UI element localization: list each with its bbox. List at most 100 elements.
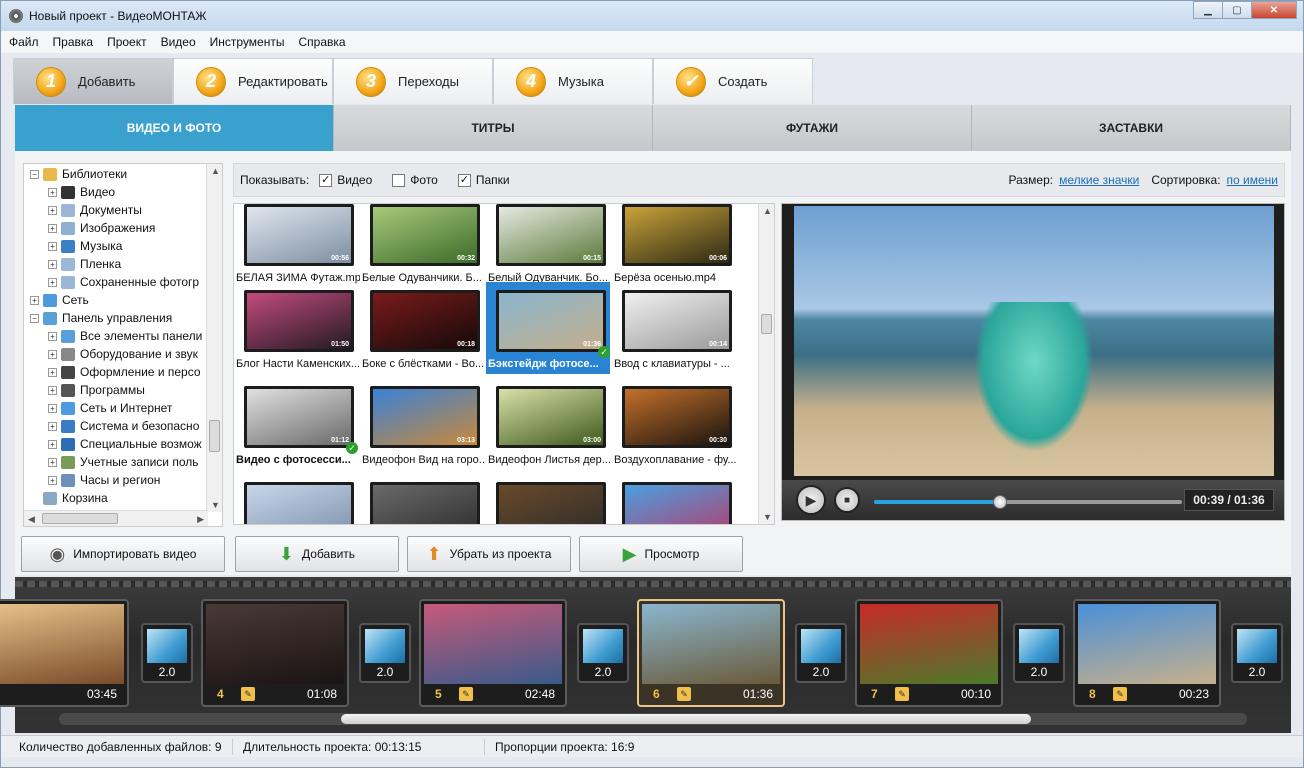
tree-item[interactable]: + Сеть и Интернет xyxy=(48,399,172,417)
tab-transitions[interactable]: 3 Переходы xyxy=(333,58,493,104)
expand-icon[interactable]: + xyxy=(48,367,57,377)
tree-item[interactable]: + Программы xyxy=(48,381,145,399)
edit-pencil-icon[interactable]: ✎ xyxy=(677,687,691,701)
transition-slot[interactable]: 2.0 xyxy=(359,623,411,683)
category-intros[interactable]: ЗАСТАВКИ xyxy=(972,105,1291,151)
grid-scroll-up-icon[interactable]: ▲ xyxy=(763,206,772,216)
tree-item[interactable]: − Панель управления xyxy=(30,309,172,327)
expand-icon[interactable]: + xyxy=(48,277,57,287)
tree-item[interactable]: + Музыка xyxy=(48,237,122,255)
photo-checkbox[interactable] xyxy=(392,173,406,187)
media-thumbnail[interactable]: 00:30 Воздухоплавание - фу... xyxy=(612,378,736,470)
grid-scroll-thumb[interactable] xyxy=(761,314,772,334)
timeline-clip[interactable]: 6 ✎ 01:36 xyxy=(637,599,785,707)
scroll-right-icon[interactable]: ▶ xyxy=(197,514,204,525)
import-video-button[interactable]: ◉ Импортировать видео xyxy=(21,536,225,572)
timeline-clip[interactable]: 8 ✎ 00:23 xyxy=(1073,599,1221,707)
tree-item[interactable]: + Изображения xyxy=(48,219,155,237)
tree-item[interactable]: + Пленка xyxy=(48,255,121,273)
transition-slot[interactable]: 2.0 xyxy=(577,623,629,683)
scroll-left-icon[interactable]: ◀ xyxy=(28,514,35,525)
folders-checkbox-label[interactable]: Папки xyxy=(476,173,510,187)
tree-item[interactable]: + Все элементы панели xyxy=(48,327,202,345)
scroll-up-icon[interactable]: ▲ xyxy=(211,166,220,176)
size-dropdown-link[interactable]: мелкие значки xyxy=(1059,173,1139,187)
tree-item[interactable]: + Видео xyxy=(48,183,115,201)
preview-button[interactable]: ▶ Просмотр xyxy=(579,536,743,572)
expand-icon[interactable]: + xyxy=(48,475,57,485)
tab-music[interactable]: 4 Музыка xyxy=(493,58,653,104)
expand-icon[interactable]: + xyxy=(48,403,57,413)
media-thumbnail[interactable] xyxy=(360,474,484,524)
media-grid[interactable]: ▲ ▼ 00:56 БЕЛАЯ ЗИМА Футаж.mp4 00:32 Белые … xyxy=(233,203,775,525)
tree-item[interactable]: + Оформление и персо xyxy=(48,363,201,381)
expand-icon[interactable]: + xyxy=(48,457,57,467)
menu-edit[interactable]: Правка xyxy=(53,35,94,49)
media-thumbnail[interactable] xyxy=(612,474,736,524)
tree-scroll-thumb[interactable] xyxy=(209,420,220,452)
media-thumbnail[interactable]: 00:14 Ввод с клавиатуры - ... xyxy=(612,282,736,374)
tree-item[interactable]: Корзина xyxy=(30,489,108,507)
media-thumbnail[interactable]: 00:06 Берёза осенью.mp4 xyxy=(612,204,736,288)
expand-icon[interactable]: + xyxy=(30,295,39,305)
expand-icon[interactable]: + xyxy=(48,421,57,431)
tree-item[interactable]: + Сохраненные фотогр xyxy=(48,273,199,291)
transition-slot[interactable]: 2.0 xyxy=(141,623,193,683)
tab-add[interactable]: 1 Добавить xyxy=(13,58,173,104)
category-video-photo[interactable]: ВИДЕО И ФОТО xyxy=(15,105,334,159)
tree-vertical-scrollbar[interactable]: ▲ ▼ xyxy=(206,164,222,512)
menu-project[interactable]: Проект xyxy=(107,35,147,49)
timeline-clip[interactable]: 7 ✎ 00:10 xyxy=(855,599,1003,707)
tab-edit[interactable]: 2 Редактировать xyxy=(173,58,333,104)
tree-item[interactable]: + Сеть xyxy=(30,291,89,309)
timeline-scrollbar[interactable] xyxy=(59,713,1247,725)
media-thumbnail[interactable]: 00:56 БЕЛАЯ ЗИМА Футаж.mp4 xyxy=(234,204,360,288)
expand-icon[interactable]: + xyxy=(48,223,57,233)
seek-slider[interactable] xyxy=(874,495,1182,509)
timeline-clip[interactable]: 4 ✎ 01:08 xyxy=(201,599,349,707)
transition-slot[interactable]: 2.0 xyxy=(1231,623,1283,683)
menu-video[interactable]: Видео xyxy=(161,35,196,49)
scroll-down-icon[interactable]: ▼ xyxy=(211,500,220,510)
folders-checkbox[interactable]: ✓ xyxy=(457,173,471,187)
media-thumbnail[interactable]: 03:13 Видеофон Вид на горо... xyxy=(360,378,486,470)
edit-pencil-icon[interactable]: ✎ xyxy=(895,687,909,701)
video-checkbox[interactable]: ✓ xyxy=(319,173,333,187)
collapse-icon[interactable]: − xyxy=(30,169,39,179)
tree-item[interactable]: + Часы и регион xyxy=(48,471,160,489)
timeline-clip[interactable]: 5 ✎ 02:48 xyxy=(419,599,567,707)
expand-icon[interactable]: + xyxy=(48,241,57,251)
category-footage[interactable]: ФУТАЖИ xyxy=(653,105,972,151)
minimize-button[interactable]: ▁ xyxy=(1193,1,1223,19)
tree-item[interactable]: + Система и безопасно xyxy=(48,417,199,435)
photo-checkbox-label[interactable]: Фото xyxy=(410,173,438,187)
tree-item[interactable]: + Учетные записи поль xyxy=(48,453,198,471)
expand-icon[interactable]: + xyxy=(48,349,57,359)
folder-tree[interactable]: ▲ ▼ ◀ ▶ − Библиотеки + Видео + Документы + Изоб… xyxy=(23,163,223,527)
edit-pencil-icon[interactable]: ✎ xyxy=(1113,687,1127,701)
play-button[interactable]: ▶ xyxy=(796,485,826,515)
media-thumbnail[interactable]: 01:12 Видео с фотосесси... ✓ xyxy=(234,378,358,470)
media-thumbnail[interactable]: 00:18 Боке с блёстками - Во... xyxy=(360,282,484,374)
grid-vertical-scrollbar[interactable]: ▲ ▼ xyxy=(758,204,774,524)
edit-pencil-icon[interactable]: ✎ xyxy=(459,687,473,701)
timeline-scroll-thumb[interactable] xyxy=(341,714,1031,724)
media-thumbnail[interactable]: 01:36 Бэкстейдж фотосе... ✓ xyxy=(486,282,610,374)
storyboard-timeline[interactable]: ‹ › 03:454✎01:085✎02:486✎01:367✎00:108✎0… xyxy=(0,577,1291,733)
media-thumbnail[interactable]: 03:00 Видеофон Листья дер... xyxy=(486,378,611,470)
expand-icon[interactable]: + xyxy=(48,259,57,269)
category-titles[interactable]: ТИТРЫ xyxy=(334,105,653,151)
seek-handle[interactable] xyxy=(993,495,1008,509)
close-button[interactable]: ✕ xyxy=(1251,1,1297,19)
sort-dropdown-link[interactable]: по имени xyxy=(1227,173,1278,187)
grid-scroll-down-icon[interactable]: ▼ xyxy=(763,512,772,522)
tree-item[interactable]: + Специальные возмож xyxy=(48,435,202,453)
collapse-icon[interactable]: − xyxy=(30,313,39,323)
tab-create[interactable]: ✓ Создать xyxy=(653,58,813,104)
transition-slot[interactable]: 2.0 xyxy=(1013,623,1065,683)
remove-from-project-button[interactable]: ⬆ Убрать из проекта xyxy=(407,536,571,572)
tree-horizontal-scrollbar[interactable]: ◀ ▶ xyxy=(24,510,208,526)
tree-item[interactable]: − Библиотеки xyxy=(30,165,127,183)
media-thumbnail[interactable]: 01:50 Блог Насти Каменских... xyxy=(234,282,360,374)
tree-item[interactable]: + Документы xyxy=(48,201,142,219)
